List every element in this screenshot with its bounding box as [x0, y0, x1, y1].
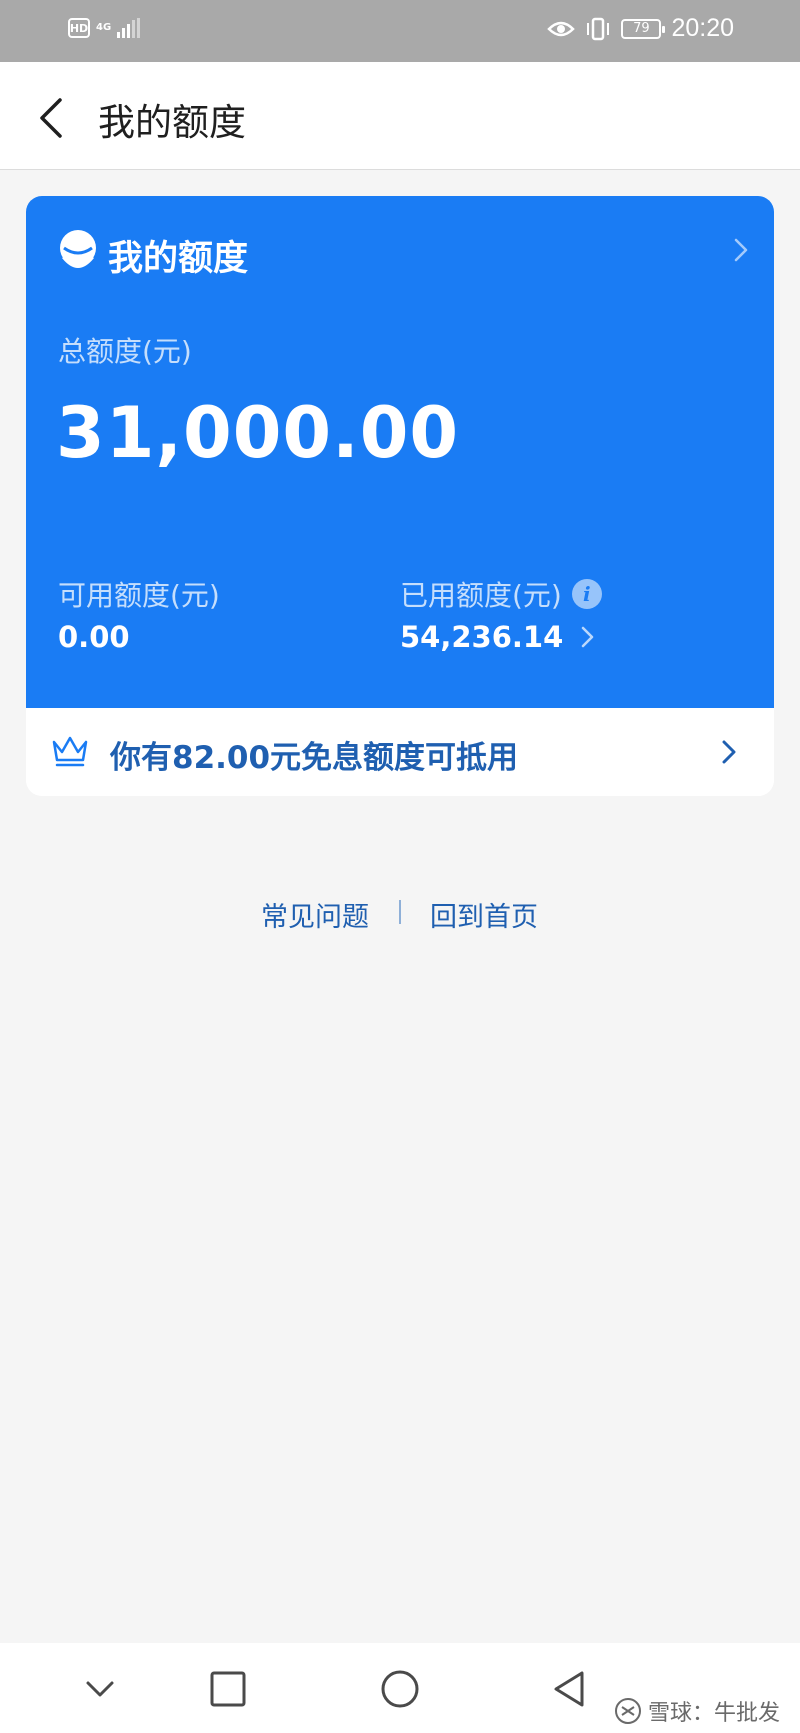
available-limit-label: 可用额度(元): [58, 579, 220, 612]
crown-icon: [52, 736, 88, 767]
status-right: 79 20:20: [547, 14, 734, 43]
back-button[interactable]: [26, 88, 82, 144]
clock: 20:20: [671, 14, 734, 42]
status-bar: HD 4G 79 20:20: [0, 0, 800, 62]
triangle-back-icon[interactable]: [548, 1667, 592, 1711]
watermark: 雪球：牛批发: [614, 1695, 780, 1727]
home-link[interactable]: 回到首页: [430, 895, 538, 934]
credit-logo-icon: [60, 230, 96, 268]
link-divider: [399, 900, 401, 924]
card-top: 我的额度 总额度(元) 31,000.00 可用额度(元) 0.00 已用额度(…: [26, 196, 774, 708]
promo-text: 你有82.00元免息额度可抵用: [110, 740, 519, 776]
used-limit-label-text: 已用额度(元): [400, 579, 562, 612]
system-nav-bar: 雪球：牛批发: [0, 1643, 800, 1733]
used-limit-label: 已用额度(元) i: [400, 574, 602, 614]
info-icon[interactable]: i: [571, 579, 602, 609]
vibrate-icon: [587, 17, 610, 40]
watermark-text: 雪球：牛批发: [647, 1701, 780, 1726]
page-title: 我的额度: [98, 101, 246, 144]
header: 我的额度: [0, 62, 800, 170]
credit-card: 我的额度 总额度(元) 31,000.00 可用额度(元) 0.00 已用额度(…: [26, 196, 774, 796]
available-limit-value: 0.00: [58, 620, 130, 654]
card-title[interactable]: 我的额度: [108, 230, 248, 281]
signal-icon: [117, 18, 141, 38]
square-icon[interactable]: [206, 1667, 250, 1711]
chevron-right-icon: [722, 740, 736, 764]
circle-icon[interactable]: [378, 1667, 422, 1711]
chevron-right-icon[interactable]: [728, 236, 752, 264]
battery-icon: 79: [621, 18, 666, 39]
status-left: HD 4G: [68, 18, 141, 38]
hd-badge: HD: [68, 18, 90, 38]
eye-icon: [547, 21, 576, 36]
footer-links: 常见问题 回到首页: [0, 895, 800, 935]
chevron-left-icon: [40, 98, 62, 138]
interest-free-promo[interactable]: 你有82.00元免息额度可抵用: [26, 708, 774, 796]
faq-link[interactable]: 常见问题: [261, 895, 369, 934]
total-limit-label: 总额度(元): [58, 335, 192, 368]
network-type: 4G: [96, 22, 112, 33]
total-limit-amount: 31,000.00: [56, 392, 460, 474]
used-limit-value: 54,236.14: [400, 620, 564, 654]
chevron-right-icon: [582, 626, 594, 648]
snowball-logo-icon: [614, 1698, 641, 1724]
used-limit-row[interactable]: 54,236.14: [400, 620, 597, 654]
chevron-down-icon[interactable]: [78, 1667, 122, 1711]
